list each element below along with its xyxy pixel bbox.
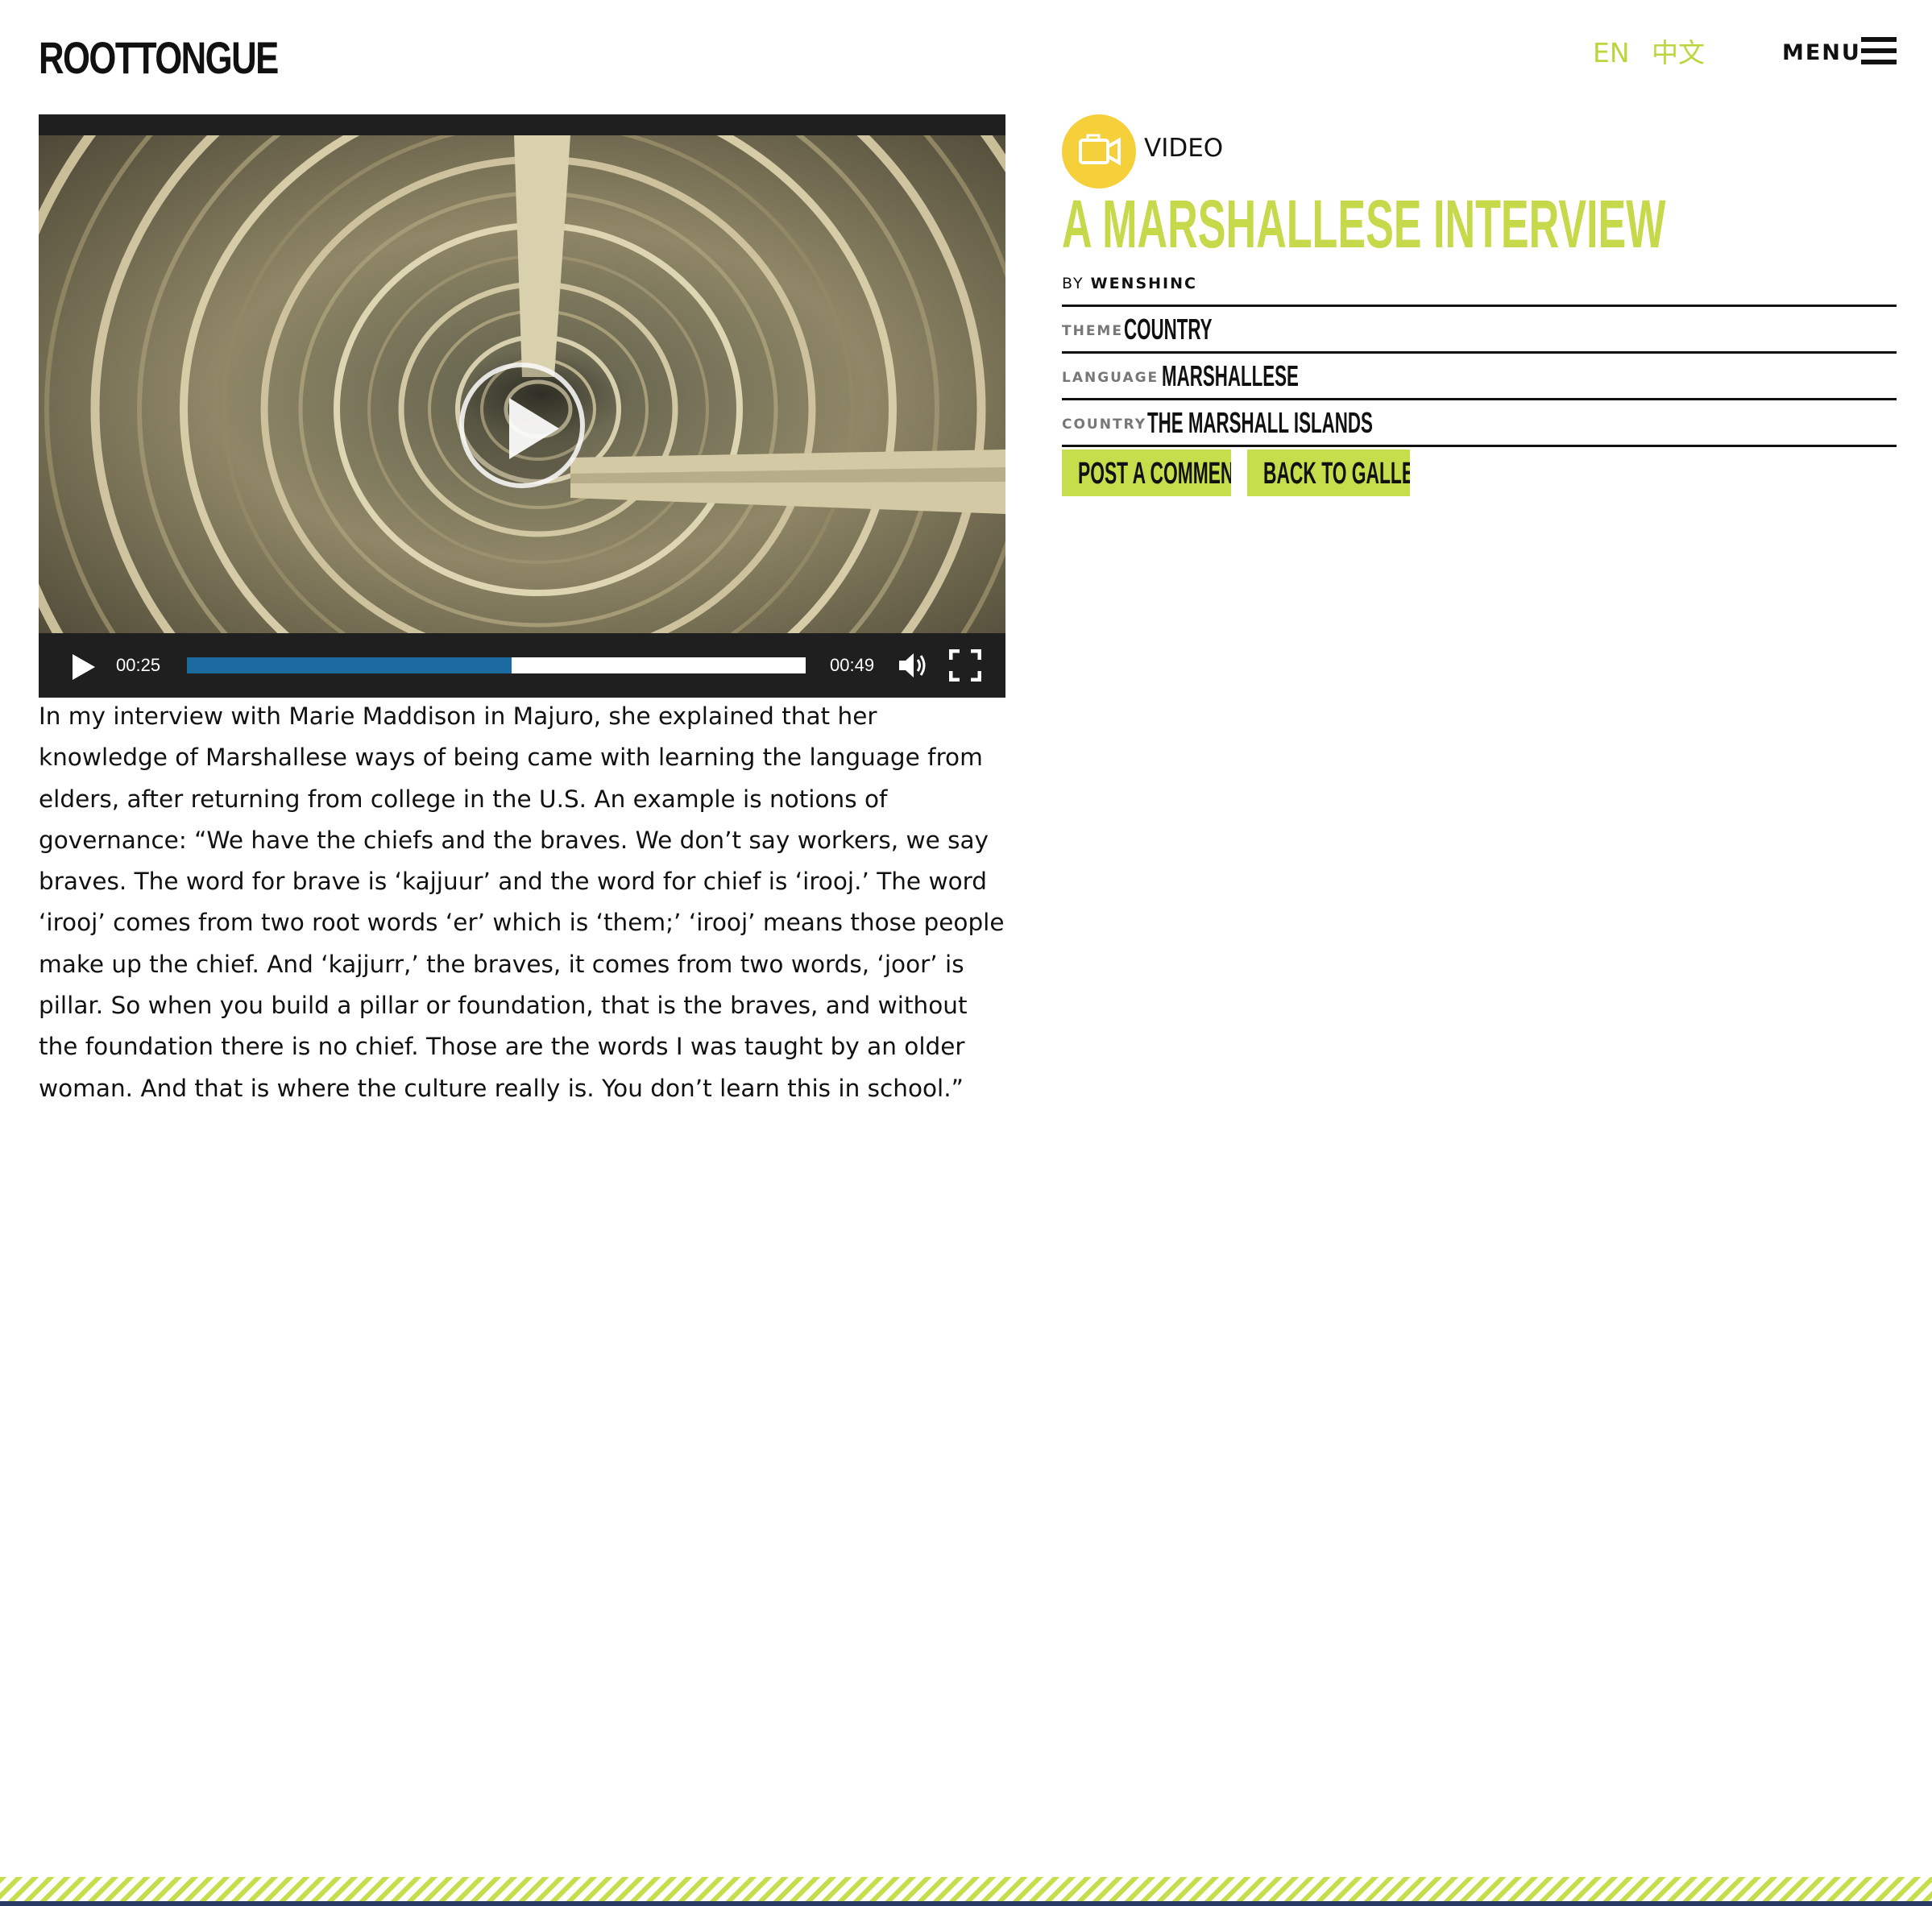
byline: BY WENSHINC <box>1062 271 1197 296</box>
current-time: 00:25 <box>116 655 161 675</box>
hamburger-icon[interactable] <box>1861 37 1897 64</box>
back-to-gallery-label: BACK TO GALLERY <box>1263 457 1410 491</box>
progress-fill <box>187 657 512 673</box>
hamburger-line <box>1861 37 1897 42</box>
theme-value-link[interactable]: COUNTRY <box>1124 312 1213 347</box>
progress-bar[interactable] <box>187 657 806 673</box>
language-value-link[interactable]: MARSHALLESE <box>1162 358 1299 394</box>
country-value-link[interactable]: THE MARSHALL ISLANDS <box>1147 405 1373 441</box>
play-icon[interactable] <box>69 653 97 682</box>
footer-edge <box>0 1901 1932 1906</box>
meta-row-language: LANGUAGE MARSHALLESE <box>1062 351 1897 399</box>
article-body: In my interview with Marie Maddison in M… <box>39 702 1005 1102</box>
back-to-gallery-button[interactable]: BACK TO GALLERY <box>1247 450 1410 496</box>
site-logo[interactable]: ROOTTONGUE <box>39 35 279 81</box>
meta-key: COUNTRY <box>1062 416 1147 433</box>
post-title: A MARSHALLESE INTERVIEW <box>1062 186 1666 262</box>
meta-key: LANGUAGE <box>1062 370 1159 386</box>
video-frame[interactable] <box>39 135 1005 633</box>
language-en-link[interactable]: EN <box>1593 35 1630 71</box>
by-label: BY <box>1062 275 1084 292</box>
hamburger-line <box>1861 48 1897 53</box>
volume-icon[interactable] <box>896 649 928 682</box>
author-link[interactable]: WENSHINC <box>1091 275 1197 292</box>
meta-row-country: COUNTRY THE MARSHALL ISLANDS <box>1062 398 1897 445</box>
big-play-button[interactable] <box>459 363 585 488</box>
hamburger-line <box>1861 60 1897 64</box>
menu-button-label[interactable]: MENU <box>1782 39 1861 68</box>
post-type-label: VIDEO <box>1144 134 1224 163</box>
duration: 00:49 <box>830 655 875 675</box>
video-camera-icon <box>1079 134 1121 166</box>
meta-key: THEME <box>1062 323 1123 339</box>
video-type-badge <box>1062 114 1136 189</box>
meta-row-theme: THEME COUNTRY <box>1062 305 1897 352</box>
language-zh-link[interactable]: 中文 <box>1652 35 1705 71</box>
meta-divider <box>1062 445 1897 447</box>
video-player[interactable]: 00:25 00:49 <box>39 114 1005 698</box>
fullscreen-icon[interactable] <box>948 648 982 682</box>
video-controls: 00:25 00:49 <box>39 633 1005 698</box>
post-comment-button[interactable]: POST A COMMENT <box>1062 450 1231 496</box>
post-comment-label: POST A COMMENT <box>1078 457 1231 491</box>
